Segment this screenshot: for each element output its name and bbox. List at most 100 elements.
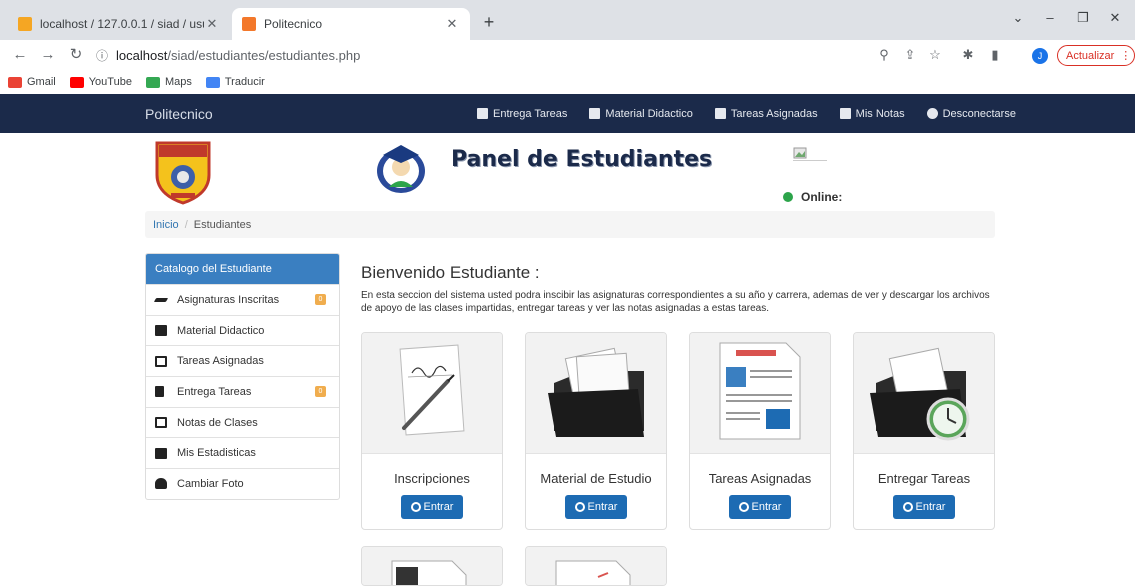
share-icon[interactable]: ⇪: [901, 47, 919, 63]
online-dot-icon: [783, 192, 793, 202]
card-title: Material de Estudio: [540, 471, 652, 486]
back-button[interactable]: ←: [10, 45, 30, 65]
site-info-icon[interactable]: ⓘ: [96, 47, 108, 64]
document-page-icon: [719, 342, 801, 440]
nav-links: Entrega Tareas Material Didactico Tareas…: [477, 94, 1038, 133]
welcome-description: En esta seccion del sistema usted podra …: [361, 290, 990, 314]
sidebar-item-label: Notas de Clases: [177, 416, 258, 429]
youtube-icon: [69, 76, 84, 88]
gmail-icon: [8, 76, 22, 88]
card-image: [854, 333, 994, 454]
bookmark-label: Maps: [164, 76, 192, 88]
sidebar-item-tareas-asignadas[interactable]: Tareas Asignadas: [146, 345, 339, 376]
document-icon: [362, 547, 502, 585]
browser-tab-politecnico[interactable]: Politecnico ✕: [232, 8, 470, 40]
close-tab-icon[interactable]: ✕: [444, 16, 460, 32]
new-tab-button[interactable]: +: [478, 12, 500, 33]
sidebar-item-cambiar-foto[interactable]: Cambiar Foto: [146, 468, 339, 499]
sidebar-item-notas-de-clases[interactable]: Notas de Clases: [146, 406, 339, 438]
bookmark-label: Traducir: [224, 76, 265, 88]
profile-avatar[interactable]: J: [1032, 48, 1048, 64]
forward-button[interactable]: →: [38, 45, 58, 65]
close-window-button[interactable]: ✕: [1100, 10, 1130, 26]
site-brand[interactable]: Politecnico: [145, 106, 213, 122]
nav-entrega-tareas[interactable]: Entrega Tareas: [477, 108, 567, 120]
enter-button[interactable]: Entrar: [565, 495, 627, 519]
circle-arrow-icon: [410, 502, 421, 512]
nav-label: Entrega Tareas: [493, 107, 568, 120]
signature-document-icon: [399, 344, 465, 436]
card-title: Entregar Tareas: [877, 471, 971, 486]
sidebar-item-entrega-tareas[interactable]: Entrega Tareas 0: [146, 376, 339, 407]
bookmark-label: YouTube: [88, 76, 132, 88]
nav-mis-notas[interactable]: Mis Notas: [839, 108, 905, 120]
user-icon: [155, 478, 167, 490]
share-icon: [155, 355, 167, 367]
folder-documents-icon: [548, 347, 644, 437]
tab-search-icon[interactable]: ⌄: [1003, 10, 1033, 26]
document-icon: [526, 547, 666, 585]
card-entregar-tareas: Entregar Tareas Entrar: [853, 332, 995, 530]
card-partial: [361, 546, 503, 586]
sidebar-item-label: Asignaturas Inscritas: [177, 293, 280, 306]
minimize-button[interactable]: –: [1035, 10, 1065, 25]
close-tab-icon[interactable]: ✕: [204, 16, 220, 32]
count-badge: 0: [315, 294, 326, 305]
sidebar-item-label: Entrega Tareas: [177, 385, 252, 398]
enter-button[interactable]: Entrar: [729, 495, 791, 519]
more-menu-icon: ⋮: [1120, 50, 1132, 62]
restore-button[interactable]: ❐: [1068, 10, 1098, 26]
bookmark-maps[interactable]: Maps: [145, 76, 192, 88]
card-partial: [525, 546, 667, 586]
bookmark-star-icon[interactable]: ☆: [926, 47, 944, 63]
nav-label: Material Didactico: [605, 107, 693, 120]
bookmark-label: Gmail: [27, 76, 56, 88]
welcome-heading: Bienvenido Estudiante :: [361, 263, 540, 282]
browser-tab-phpmyadmin[interactable]: localhost / 127.0.0.1 / siad / usua ✕: [8, 8, 230, 40]
enter-button[interactable]: Entrar: [401, 495, 463, 519]
url-field[interactable]: ⓘ localhost/siad/estudiantes/estudiantes…: [96, 43, 846, 67]
student-catalog-sidebar: Catalogo del Estudiante Asignaturas Insc…: [145, 253, 340, 500]
sidebar-item-mis-estadisticas[interactable]: Mis Estadisticas: [146, 437, 339, 468]
site-navbar: Politecnico Entrega Tareas Material Dida…: [0, 94, 1135, 133]
power-icon: [926, 108, 938, 119]
address-bar: ← → ↻ ⓘ localhost/siad/estudiantes/estud…: [0, 40, 1135, 70]
sidebar-item-label: Mis Estadisticas: [177, 447, 256, 460]
side-panel-icon[interactable]: ▮: [986, 47, 1004, 63]
reload-button[interactable]: ↻: [66, 45, 86, 65]
url-path: /siad/estudiantes/estudiantes.php: [167, 47, 361, 63]
nav-desconectarse[interactable]: Desconectarse: [926, 108, 1016, 120]
sidebar-item-material-didactico[interactable]: Material Didactico: [146, 314, 339, 346]
graduate-logo: [377, 145, 425, 193]
tab-title: Politecnico: [264, 17, 323, 31]
extensions-icon[interactable]: ✱: [959, 47, 977, 63]
browser-tab-bar: localhost / 127.0.0.1 / siad / usua ✕ Po…: [0, 0, 1135, 40]
breadcrumb-home[interactable]: Inicio: [153, 219, 179, 231]
card-inscripciones: Inscripciones Entrar: [361, 332, 503, 530]
bookmark-traducir[interactable]: Traducir: [205, 76, 265, 88]
bookmark-youtube[interactable]: YouTube: [69, 76, 132, 88]
file-icon: [477, 108, 488, 119]
sidebar-item-label: Tareas Asignadas: [177, 355, 264, 368]
tab-title: localhost / 127.0.0.1 / siad / usua: [40, 17, 204, 31]
circle-arrow-icon: [574, 502, 585, 512]
circle-arrow-icon: [738, 502, 749, 512]
list-icon: [155, 417, 167, 429]
card-title: Tareas Asignadas: [708, 471, 812, 486]
folder-clock-icon: [870, 347, 970, 441]
zoom-icon[interactable]: ⚲: [875, 47, 893, 63]
sidebar-item-label: Cambiar Foto: [177, 477, 244, 490]
site-favicon-icon: [242, 17, 256, 31]
sidebar-item-asignaturas-inscritas[interactable]: Asignaturas Inscritas 0: [146, 284, 339, 315]
enter-button[interactable]: Entrar: [893, 495, 955, 519]
nav-tareas-asignadas[interactable]: Tareas Asignadas: [714, 108, 818, 120]
bookmark-gmail[interactable]: Gmail: [8, 76, 56, 88]
nav-material-didactico[interactable]: Material Didactico: [589, 107, 693, 120]
maps-icon: [145, 76, 160, 88]
list-icon: [839, 108, 851, 119]
button-label: Entrar: [915, 501, 946, 513]
panel-title: Panel de Estudiantes: [451, 147, 713, 172]
card-material-de-estudio: Material de Estudio Entrar: [525, 332, 667, 530]
user-photo: [793, 147, 827, 161]
update-browser-button[interactable]: Actualizar ⋮: [1057, 45, 1135, 66]
